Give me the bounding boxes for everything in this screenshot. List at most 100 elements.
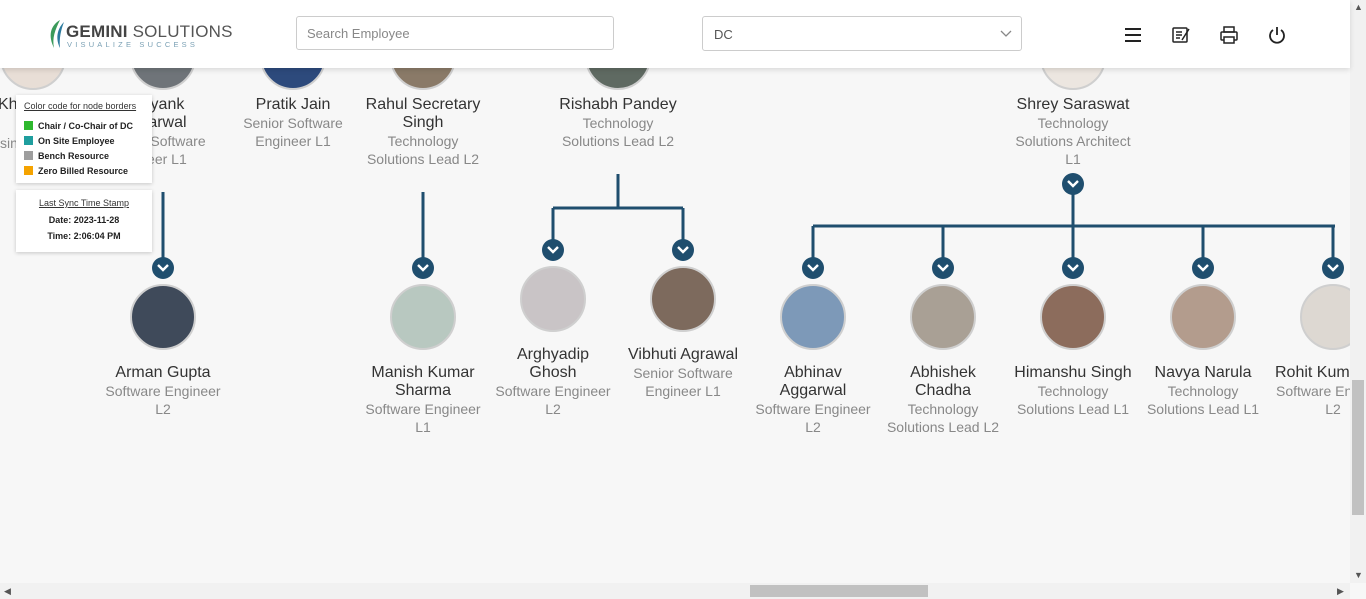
notes-icon[interactable] bbox=[1170, 24, 1192, 46]
employee-designation: Senior Software bbox=[243, 115, 343, 131]
employee-name: Rahul Secretary bbox=[365, 96, 481, 113]
employee-name: Vibhuti Agrawal bbox=[628, 346, 738, 363]
leaf-logo-icon bbox=[50, 20, 64, 48]
legend-swatch bbox=[24, 121, 33, 130]
employee-name: Arman Gupta bbox=[115, 364, 211, 381]
power-icon[interactable] bbox=[1266, 24, 1288, 46]
border-color-legend: Color code for node borders Chair / Co-C… bbox=[16, 95, 152, 183]
horizontal-scroll-thumb[interactable] bbox=[750, 585, 928, 597]
employee-designation: Technology bbox=[907, 401, 979, 417]
employee-designation: Engineer L1 bbox=[255, 133, 331, 149]
expand-toggle-chevron-icon[interactable] bbox=[802, 257, 824, 279]
company-logo[interactable]: GEMINI SOLUTIONS VISUALIZE SUCCESS bbox=[46, 18, 232, 50]
expand-toggle-chevron-icon[interactable] bbox=[1062, 173, 1084, 195]
employee-avatar bbox=[1170, 284, 1236, 350]
employee-node[interactable]: Arghyadip Ghosh Software Engineer L2 bbox=[483, 266, 623, 418]
employee-designation: Technology bbox=[582, 115, 654, 131]
employee-designation: Solutions Lead L2 bbox=[886, 419, 1000, 435]
horizontal-scrollbar[interactable]: ◀ ▶ bbox=[0, 583, 1350, 599]
employee-avatar bbox=[130, 284, 196, 350]
employee-name: Navya Narula bbox=[1154, 364, 1252, 381]
scroll-up-icon[interactable]: ▲ bbox=[1354, 2, 1363, 12]
employee-designation: Solutions Lead L1 bbox=[1146, 401, 1260, 417]
legend-item: Chair / Co-Chair of DC bbox=[24, 121, 133, 131]
employee-designation: Engineer L1 bbox=[645, 383, 721, 399]
employee-designation: Technology bbox=[1037, 383, 1109, 399]
expand-toggle-chevron-icon[interactable] bbox=[932, 257, 954, 279]
employee-avatar bbox=[780, 284, 846, 350]
logo-wordmark: GEMINI SOLUTIONS bbox=[66, 22, 233, 41]
logo-tagline: VISUALIZE SUCCESS bbox=[67, 40, 199, 49]
dc-select-value: DC bbox=[714, 27, 733, 42]
employee-name: Chadha bbox=[914, 382, 972, 399]
dc-select[interactable]: DC bbox=[702, 16, 1022, 51]
vertical-scrollbar[interactable]: ▲ ▼ bbox=[1350, 0, 1366, 583]
employee-designation: L2 bbox=[545, 401, 561, 417]
employee-node[interactable]: Arman Gupta Software Engineer L2 bbox=[93, 284, 233, 418]
employee-designation: Software Engineer bbox=[105, 383, 221, 399]
expand-toggle-chevron-icon[interactable] bbox=[1062, 257, 1084, 279]
employee-node[interactable]: Abhishek Chadha Technology Solutions Lea… bbox=[873, 284, 1013, 436]
legend-item: Zero Billed Resource bbox=[24, 166, 128, 176]
top-header: GEMINI SOLUTIONS VISUALIZE SUCCESS DC bbox=[0, 0, 1350, 68]
org-chart[interactable]: Khu sin ayank garwal Software neer L1 Pr… bbox=[0, 0, 1366, 583]
employee-designation: Solutions Lead L2 bbox=[561, 133, 675, 149]
employee-name: Aggarwal bbox=[779, 382, 847, 399]
legend-item: Bench Resource bbox=[24, 151, 109, 161]
employee-avatar bbox=[1040, 284, 1106, 350]
menu-icon[interactable] bbox=[1122, 24, 1144, 46]
last-sync-panel: Last Sync Time Stamp Date: 2023-11-28 Ti… bbox=[16, 190, 152, 252]
scroll-right-icon[interactable]: ▶ bbox=[1337, 586, 1344, 597]
employee-designation: L2 bbox=[155, 401, 171, 417]
employee-designation: Software Engineer bbox=[755, 401, 871, 417]
employee-name: Manish Kumar bbox=[371, 364, 475, 381]
employee-designation: Solutions Lead L2 bbox=[366, 151, 480, 167]
employee-avatar bbox=[390, 284, 456, 350]
scroll-left-icon[interactable]: ◀ bbox=[4, 586, 11, 597]
employee-name: Abhinav bbox=[784, 364, 842, 381]
employee-designation: L1 bbox=[415, 419, 431, 435]
legend-swatch bbox=[24, 151, 33, 160]
search-employee-input[interactable] bbox=[296, 16, 614, 50]
employee-name: Sharma bbox=[394, 382, 452, 399]
employee-node[interactable]: Vibhuti Agrawal Senior Software Engineer… bbox=[613, 266, 753, 400]
employee-name: Rishabh Pandey bbox=[559, 96, 677, 113]
employee-avatar bbox=[520, 266, 586, 332]
vertical-scroll-thumb[interactable] bbox=[1352, 380, 1364, 515]
sync-time: Time: 2:06:04 PM bbox=[47, 231, 121, 241]
employee-designation: Senior Software bbox=[633, 365, 733, 381]
employee-name: Pratik Jain bbox=[255, 96, 331, 113]
employee-designation: Technology bbox=[1167, 383, 1239, 399]
employee-node[interactable]: Manish Kumar Sharma Software Engineer L1 bbox=[353, 284, 493, 436]
employee-name: Arghyadip bbox=[516, 346, 590, 363]
employee-name: Ghosh bbox=[529, 364, 577, 381]
expand-toggle-chevron-icon[interactable] bbox=[542, 239, 564, 261]
employee-avatar bbox=[910, 284, 976, 350]
sync-title: Last Sync Time Stamp bbox=[38, 198, 130, 208]
employee-name: Shrey Saraswat bbox=[1016, 96, 1130, 113]
employee-designation: Software Engineer bbox=[495, 383, 611, 399]
employee-name: Singh bbox=[402, 114, 444, 131]
employee-node[interactable]: Abhinav Aggarwal Software Engineer L2 bbox=[743, 284, 883, 436]
expand-toggle-chevron-icon[interactable] bbox=[412, 257, 434, 279]
expand-toggle-chevron-icon[interactable] bbox=[1322, 257, 1344, 279]
legend-title: Color code for node borders bbox=[24, 101, 137, 111]
legend-swatch bbox=[24, 166, 33, 175]
employee-designation: Solutions Architect bbox=[1015, 133, 1131, 149]
print-icon[interactable] bbox=[1218, 24, 1240, 46]
employee-designation: Technology bbox=[1037, 115, 1109, 131]
scroll-down-icon[interactable]: ▼ bbox=[1354, 570, 1363, 580]
employee-name: Abhishek bbox=[910, 364, 976, 381]
employee-designation: L1 bbox=[1065, 151, 1081, 167]
employee-node[interactable]: Himanshu Singh Technology Solutions Lead… bbox=[1003, 284, 1143, 418]
employee-name: Himanshu Singh bbox=[1014, 364, 1132, 381]
expand-toggle-chevron-icon[interactable] bbox=[152, 257, 174, 279]
sync-date: Date: 2023-11-28 bbox=[48, 215, 120, 225]
employee-avatar bbox=[650, 266, 716, 332]
expand-toggle-chevron-icon[interactable] bbox=[672, 239, 694, 261]
employee-designation: L2 bbox=[805, 419, 821, 435]
employee-designation: Solutions Lead L1 bbox=[1016, 401, 1130, 417]
expand-toggle-chevron-icon[interactable] bbox=[1192, 257, 1214, 279]
employee-designation: Technology bbox=[387, 133, 459, 149]
employee-node[interactable]: Navya Narula Technology Solutions Lead L… bbox=[1133, 284, 1273, 418]
